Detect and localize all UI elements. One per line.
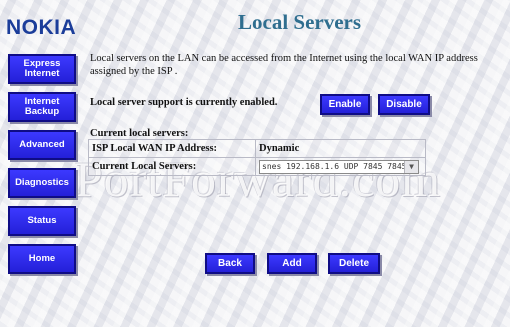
servers-table: ISP Local WAN IP Address: Dynamic Curren… [88,139,426,176]
nav-diagnostics-button[interactable]: Diagnostics [8,168,76,198]
intro-text: Local servers on the LAN can be accessed… [90,53,478,77]
nav-home-button[interactable]: Home [8,244,76,274]
delete-button[interactable]: Delete [328,253,380,274]
table-row: ISP Local WAN IP Address: Dynamic [88,139,426,158]
current-servers-row-label: Current Local Servers: [88,157,256,176]
nav-status-button[interactable]: Status [8,206,76,236]
current-servers-label: Current local servers: [90,128,189,139]
add-button[interactable]: Add [267,253,317,274]
enable-button[interactable]: Enable [320,94,370,115]
servers-select-cell: snes 192.168.1.6 UDP 7845 7845 ▼ [255,157,426,176]
nav-express-internet-button[interactable]: Express Internet [8,54,76,84]
page-title: Local Servers [238,10,362,34]
servers-select[interactable]: snes 192.168.1.6 UDP 7845 7845 ▼ [259,159,419,174]
chevron-down-icon[interactable]: ▼ [404,160,418,173]
back-button[interactable]: Back [205,253,255,274]
status-text: Local server support is currently enable… [90,97,278,108]
wan-ip-label: ISP Local WAN IP Address: [88,139,256,158]
nav-internet-backup-button[interactable]: Internet Backup [8,92,76,122]
servers-select-value: snes 192.168.1.6 UDP 7845 7845 [262,162,407,171]
wan-ip-value: Dynamic [255,139,426,158]
nokia-logo: NOKIA [6,16,77,39]
disable-button[interactable]: Disable [378,94,430,115]
nav-advanced-button[interactable]: Advanced [8,130,76,160]
table-row: Current Local Servers: snes 192.168.1.6 … [88,157,426,176]
